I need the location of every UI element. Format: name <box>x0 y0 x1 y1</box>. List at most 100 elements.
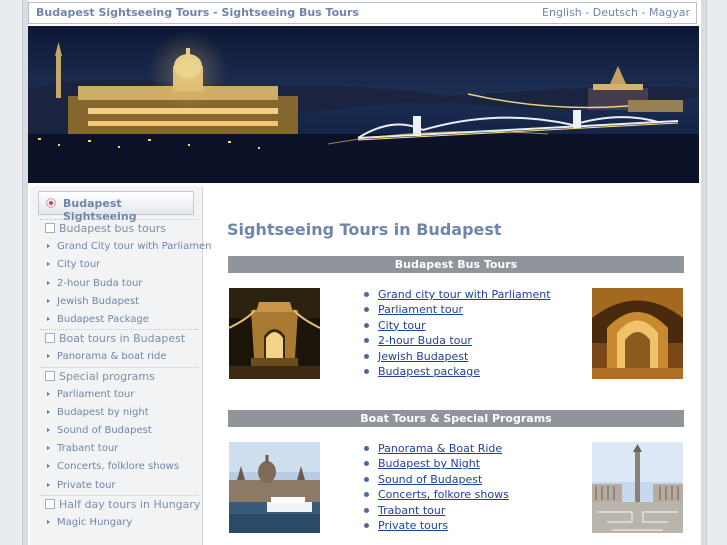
sidebar-category-label[interactable]: Boat tours in Budapest <box>59 332 185 345</box>
sidebar-item-panorama-boat-ride[interactable]: Panorama & boat ride <box>40 348 198 366</box>
sidebar-item-label[interactable]: 2-hour Buda tour <box>57 278 142 289</box>
sidebar-item-budapest-by-night[interactable]: Budapest by night <box>40 404 198 422</box>
sidebar-item-label[interactable]: Budapest Package <box>57 314 149 325</box>
lang-separator: - <box>581 6 593 19</box>
sidebar-item-label[interactable]: Concerts, folklore shows <box>57 461 179 472</box>
triangle-right-icon <box>47 446 50 451</box>
list-item: Panorama & Boat Ride <box>364 441 509 456</box>
sidebar-item-jewish-budapest[interactable]: Jewish Budapest <box>40 293 198 311</box>
link-concerts-folklore[interactable]: Concerts, folkore shows <box>378 488 509 501</box>
sidebar-category-label[interactable]: Half day tours in Hungary <box>59 498 200 511</box>
checkbox-icon <box>45 223 55 233</box>
link-budapest-by-night[interactable]: Budapest by Night <box>378 457 480 470</box>
list-item: Budapest by Night <box>364 456 509 471</box>
sidebar-item-grand-city-tour[interactable]: Grand City tour with Parliament <box>40 238 215 256</box>
sidebar-item-label[interactable]: Parliament tour <box>57 389 134 400</box>
triangle-right-icon <box>47 280 50 285</box>
triangle-right-icon <box>47 482 50 487</box>
list-item: Trabant tour <box>364 503 509 518</box>
list-item: Budapest package <box>364 364 551 379</box>
link-trabant-tour[interactable]: Trabant tour <box>378 504 445 517</box>
chain-bridge-photo[interactable] <box>229 288 320 379</box>
sidebar-category-label[interactable]: Special programs <box>59 370 155 383</box>
link-sound-of-budapest[interactable]: Sound of Budapest <box>378 473 482 486</box>
heroes-square-image <box>592 442 683 533</box>
parliament-interior-image <box>592 288 683 379</box>
triangle-right-icon <box>47 298 50 303</box>
sidebar-item-label[interactable]: Grand City tour with Parliament <box>57 241 215 252</box>
page-title: Sightseeing Tours in Budapest <box>227 220 502 239</box>
sidebar-item-private-tour[interactable]: Private tour <box>40 477 198 495</box>
section-heading-bus-tours: Budapest Bus Tours <box>228 256 684 273</box>
sidebar-item-city-tour[interactable]: City tour <box>40 256 198 274</box>
sidebar-menu: Budapest bus tours Grand City tour with … <box>40 219 215 532</box>
checkbox-icon <box>45 333 55 344</box>
sidebar-category-special-programs[interactable]: Special programs <box>40 366 198 386</box>
boat-special-link-list: Panorama & Boat Ride Budapest by Night S… <box>364 441 509 533</box>
sidebar-item-label[interactable]: Jewish Budapest <box>57 296 139 307</box>
sidebar-category-half-day-tours[interactable]: Half day tours in Hungary <box>40 494 200 514</box>
list-item: Grand city tour with Parliament <box>364 287 551 302</box>
triangle-right-icon <box>47 409 50 414</box>
triangle-right-icon <box>47 464 50 469</box>
banner-image <box>28 26 699 183</box>
bus-tours-link-list: Grand city tour with Parliament Parliame… <box>364 287 551 379</box>
list-item: City tour <box>364 318 551 333</box>
sidebar-item-budapest-package[interactable]: Budapest Package <box>40 311 198 329</box>
sidebar-heading-bullet-icon <box>46 198 56 208</box>
triangle-right-icon <box>47 244 50 249</box>
parliament-boat-image <box>229 442 320 533</box>
sidebar-category-bus-tours[interactable]: Budapest bus tours <box>40 219 198 238</box>
link-panorama-boat-ride[interactable]: Panorama & Boat Ride <box>378 442 502 455</box>
link-grand-city-tour[interactable]: Grand city tour with Parliament <box>378 288 551 301</box>
language-switcher: English - Deutsch - Magyar <box>542 6 690 19</box>
heroes-square-photo[interactable] <box>592 442 683 533</box>
triangle-right-icon <box>47 520 50 524</box>
section-heading-boat-special: Boat Tours & Special Programs <box>228 410 684 427</box>
parliament-interior-photo[interactable] <box>592 288 683 379</box>
chain-bridge-image <box>229 288 320 379</box>
link-budapest-package[interactable]: Budapest package <box>378 365 480 378</box>
sidebar-item-sound-of-budapest[interactable]: Sound of Budapest <box>40 422 198 440</box>
lang-deutsch-link[interactable]: Deutsch <box>593 6 638 19</box>
header-bar: Budapest Sightseeing Tours - Sightseeing… <box>28 2 697 24</box>
sidebar-item-label[interactable]: City tour <box>57 259 100 270</box>
sidebar-item-label[interactable]: Budapest by night <box>57 407 149 418</box>
main-content: Sightseeing Tours in Budapest Budapest B… <box>212 186 699 545</box>
sidebar-item-concerts[interactable]: Concerts, folklore shows <box>40 458 198 476</box>
sidebar-heading: Budapest Sightseeing <box>38 191 194 223</box>
checkbox-icon <box>45 370 55 381</box>
triangle-right-icon <box>47 428 50 433</box>
triangle-right-icon <box>47 316 50 321</box>
link-jewish-budapest[interactable]: Jewish Budapest <box>378 350 468 363</box>
sidebar-category-boat-tours[interactable]: Boat tours in Budapest <box>40 329 198 348</box>
budapest-night-panorama <box>28 26 699 183</box>
link-city-tour[interactable]: City tour <box>378 319 426 332</box>
link-private-tours[interactable]: Private tours <box>378 519 448 532</box>
site-title[interactable]: Budapest Sightseeing Tours - Sightseeing… <box>36 6 359 19</box>
sidebar-item-label[interactable]: Panorama & boat ride <box>57 351 167 362</box>
parliament-boat-photo[interactable] <box>229 442 320 533</box>
triangle-right-icon <box>47 354 50 359</box>
link-parliament-tour[interactable]: Parliament tour <box>378 303 463 316</box>
list-item: 2-hour Buda tour <box>364 333 551 348</box>
sidebar: Budapest Sightseeing Budapest bus tours … <box>30 186 215 545</box>
list-item: Private tours <box>364 518 509 533</box>
sidebar-item-label[interactable]: Private tour <box>57 480 116 491</box>
link-buda-tour[interactable]: 2-hour Buda tour <box>378 334 472 347</box>
sidebar-item-magic-hungary[interactable]: Magic Hungary <box>40 514 198 532</box>
sidebar-item-buda-tour[interactable]: 2-hour Buda tour <box>40 275 198 293</box>
triangle-right-icon <box>47 391 50 396</box>
sidebar-item-trabant-tour[interactable]: Trabant tour <box>40 440 198 458</box>
sidebar-item-label[interactable]: Sound of Budapest <box>57 425 152 436</box>
sidebar-item-label[interactable]: Trabant tour <box>57 443 118 454</box>
checkbox-icon <box>45 498 55 509</box>
list-item: Concerts, folkore shows <box>364 487 509 502</box>
lang-magyar-link[interactable]: Magyar <box>649 6 690 19</box>
sidebar-category-label[interactable]: Budapest bus tours <box>59 222 166 235</box>
triangle-right-icon <box>47 262 50 267</box>
lang-english-link[interactable]: English <box>542 6 582 19</box>
sidebar-item-parliament-tour[interactable]: Parliament tour <box>40 386 198 404</box>
sidebar-item-label[interactable]: Magic Hungary <box>57 517 132 528</box>
lang-separator: - <box>638 6 649 19</box>
